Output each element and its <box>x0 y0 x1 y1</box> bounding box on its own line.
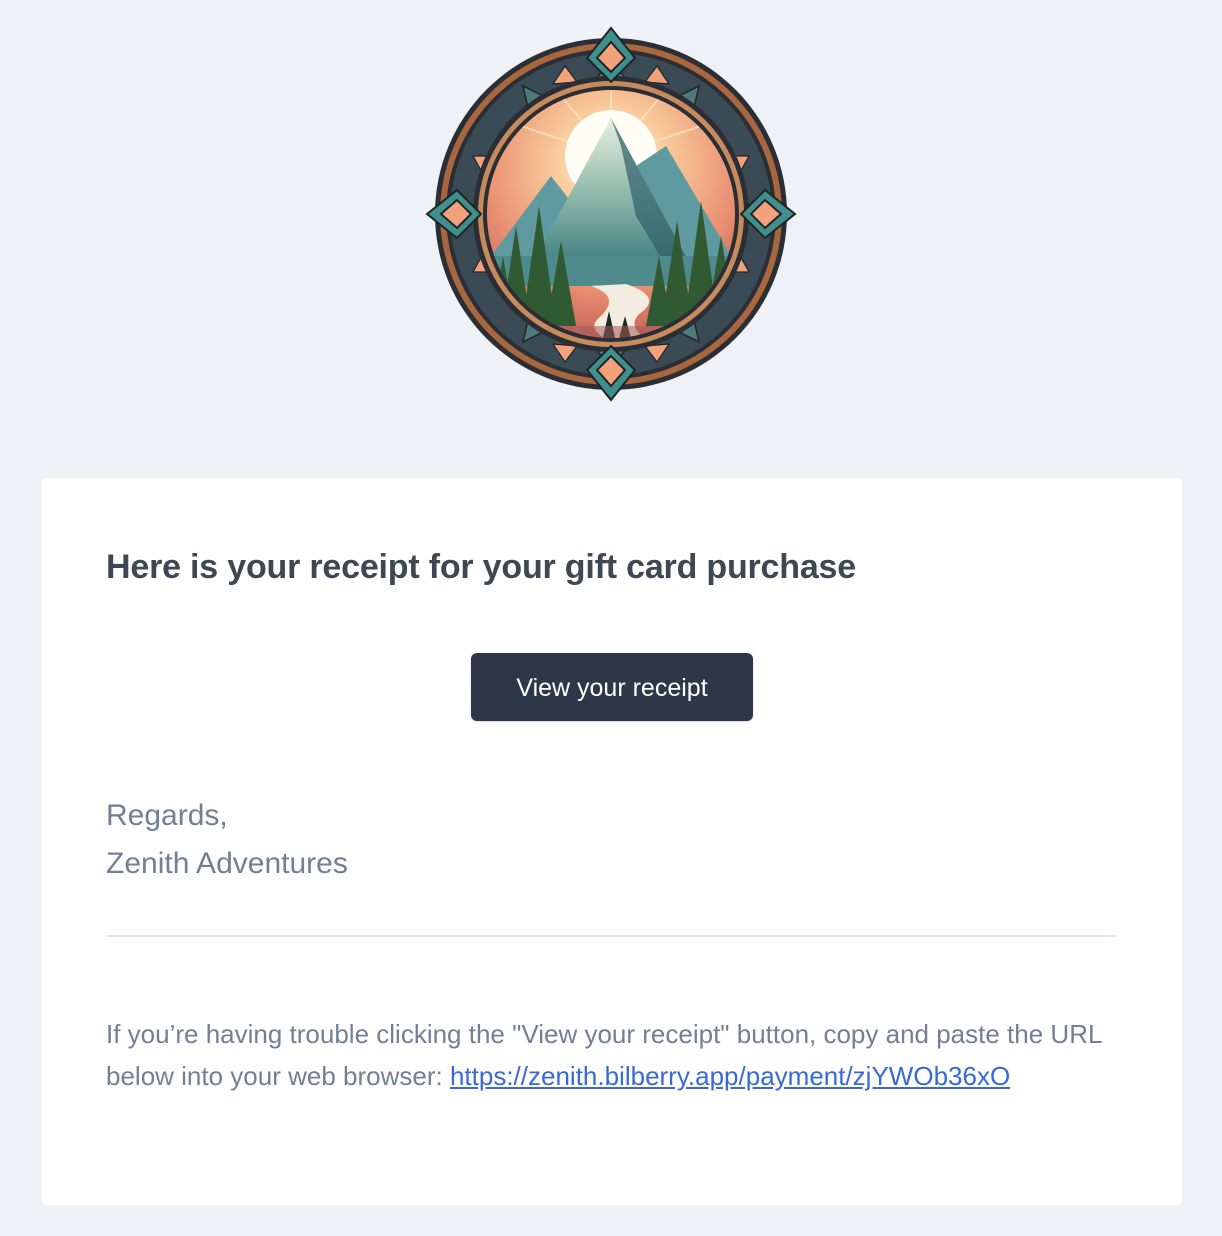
view-receipt-button[interactable]: View your receipt <box>471 653 753 721</box>
regards-line: Regards, <box>106 799 228 832</box>
email-heading: Here is your receipt for your gift card … <box>106 548 856 586</box>
company-name: Zenith Adventures <box>106 847 348 880</box>
receipt-card: Here is your receipt for your gift card … <box>42 478 1182 1205</box>
trouble-paragraph: If you’re having trouble clicking the "V… <box>106 1013 1117 1097</box>
divider <box>106 935 1117 937</box>
regards-block: Regards, Zenith Adventures <box>106 792 348 888</box>
receipt-url-link[interactable]: https://zenith.bilberry.app/payment/zjYW… <box>450 1061 1010 1091</box>
email-page: Here is your receipt for your gift card … <box>0 0 1222 1236</box>
mountain-emblem-logo <box>421 26 801 402</box>
